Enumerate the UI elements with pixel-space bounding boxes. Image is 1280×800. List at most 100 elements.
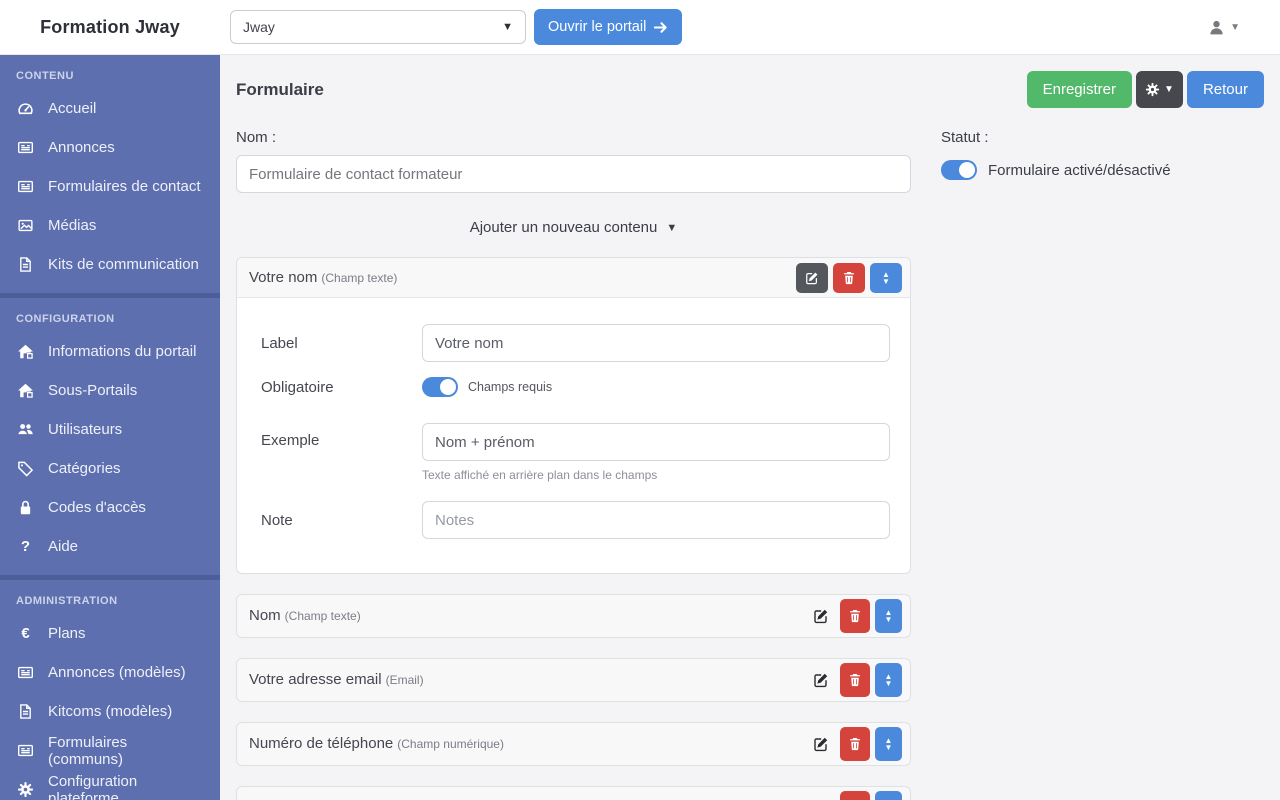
sidebar-item-label: Configuration plateforme	[48, 773, 204, 800]
sidebar-item-kits-de-communication[interactable]: Kits de communication	[0, 245, 220, 284]
gear-icon	[1145, 82, 1160, 97]
sidebar-item-plans[interactable]: € Plans	[0, 614, 220, 653]
sidebar-item-kitcoms-modeles[interactable]: Kitcoms (modèles)	[0, 692, 220, 731]
sidebar-item-label: Kitcoms (modèles)	[48, 703, 172, 720]
example-row-label: Exemple	[261, 423, 422, 449]
sort-icon: ▲▼	[885, 609, 893, 623]
sort-button[interactable]: ▲▼	[875, 663, 902, 697]
sidebar-section-configuration: CONFIGURATION Informations du portail So…	[0, 298, 220, 580]
label-input[interactable]	[422, 324, 890, 362]
edit-button[interactable]	[796, 263, 828, 293]
example-input[interactable]	[422, 423, 890, 461]
sidebar-item-label: Codes d'accès	[48, 499, 146, 516]
status-toggle[interactable]	[941, 160, 977, 180]
required-toggle-caption: Champs requis	[468, 380, 552, 394]
form-name-input[interactable]	[236, 155, 911, 193]
note-input[interactable]	[422, 501, 890, 539]
user-menu[interactable]: ▼	[1208, 0, 1240, 55]
sidebar-item-label: Annonces	[48, 139, 115, 156]
sort-button[interactable]: ▲▼	[875, 599, 902, 633]
open-portal-button[interactable]: Ouvrir le portail	[534, 9, 682, 45]
newspaper-icon	[16, 742, 35, 759]
trash-icon	[848, 609, 862, 623]
users-icon	[16, 421, 35, 438]
sidebar-item-accueil[interactable]: Accueil	[0, 89, 220, 128]
sidebar-item-medias[interactable]: Médias	[0, 206, 220, 245]
sidebar-item-codes-dacces[interactable]: Codes d'accès	[0, 488, 220, 527]
file-icon	[16, 256, 35, 273]
sidebar-item-configuration-plateforme[interactable]: Configuration plateforme	[0, 770, 220, 800]
sidebar-item-annonces[interactable]: Annonces	[0, 128, 220, 167]
delete-button[interactable]	[840, 599, 870, 633]
add-content-dropdown[interactable]: Ajouter un nouveau contenu ▼	[470, 219, 678, 236]
sidebar: CONTENU Accueil Annonces Formulaires de …	[0, 55, 220, 800]
sort-icon: ▲▼	[885, 737, 893, 751]
sidebar-item-sous-portails[interactable]: Sous-Portails	[0, 371, 220, 410]
sort-icon: ▲▼	[885, 673, 893, 687]
chevron-down-icon: ▼	[502, 21, 513, 33]
settings-dropdown-button[interactable]: ▼	[1136, 71, 1183, 108]
tag-icon	[16, 460, 35, 477]
chevron-down-icon: ▼	[666, 222, 677, 234]
sidebar-section-administration: ADMINISTRATION € Plans Annonces (modèles…	[0, 580, 220, 800]
file-icon	[16, 703, 35, 720]
sidebar-item-categories[interactable]: Catégories	[0, 449, 220, 488]
card-title-group: Nom(Champ texte)	[249, 607, 361, 625]
sidebar-item-label: Catégories	[48, 460, 121, 477]
trash-icon	[848, 737, 862, 751]
gear-icon	[16, 781, 35, 798]
portal-select-value: Jway	[243, 19, 275, 35]
sidebar-item-aide[interactable]: ? Aide	[0, 527, 220, 566]
sidebar-item-label: Médias	[48, 217, 96, 234]
edit-button[interactable]	[807, 791, 835, 800]
delete-button[interactable]	[833, 263, 865, 293]
delete-button[interactable]	[840, 791, 870, 800]
newspaper-icon	[16, 178, 35, 195]
save-button[interactable]: Enregistrer	[1027, 71, 1132, 108]
form-field-card-numero-de-telephone: Numéro de téléphone(Champ numérique)	[236, 722, 911, 766]
back-button[interactable]: Retour	[1187, 71, 1264, 108]
card-title: Numéro de téléphone	[249, 735, 393, 752]
sidebar-item-informations-du-portail[interactable]: Informations du portail	[0, 332, 220, 371]
delete-button[interactable]	[840, 727, 870, 761]
sort-button[interactable]: ▲▼	[875, 727, 902, 761]
sidebar-item-label: Formulaires de contact	[48, 178, 201, 195]
portal-select[interactable]: Jway ▼	[230, 10, 526, 44]
card-title: Nom	[249, 607, 281, 624]
edit-button[interactable]	[807, 599, 835, 633]
trash-icon	[848, 673, 862, 687]
edit-button[interactable]	[807, 663, 835, 697]
open-portal-label: Ouvrir le portail	[548, 19, 646, 35]
edit-button[interactable]	[807, 727, 835, 761]
sort-button[interactable]: ▲▼	[870, 263, 902, 293]
sidebar-item-formulaires-communs[interactable]: Formulaires (communs)	[0, 731, 220, 770]
note-row-label: Note	[261, 512, 422, 529]
required-toggle[interactable]	[422, 377, 458, 397]
delete-button[interactable]	[840, 663, 870, 697]
status-label: Statut :	[941, 129, 1264, 146]
sidebar-section-contenu: CONTENU Accueil Annonces Formulaires de …	[0, 55, 220, 298]
sidebar-item-label: Formulaires (communs)	[48, 734, 204, 768]
form-field-card-nom: Nom(Champ texte) ▲▼	[236, 594, 911, 638]
sidebar-item-label: Sous-Portails	[48, 382, 137, 399]
sidebar-item-label: Plans	[48, 625, 86, 642]
trash-icon	[842, 271, 856, 285]
add-content-label: Ajouter un nouveau contenu	[470, 219, 658, 236]
lock-icon	[16, 499, 35, 516]
question-icon: ?	[16, 538, 35, 555]
sidebar-item-formulaires-de-contact[interactable]: Formulaires de contact	[0, 167, 220, 206]
card-title: Votre nom	[249, 269, 317, 286]
sidebar-item-label: Accueil	[48, 100, 96, 117]
card-title-group: Votre adresse email(Email)	[249, 671, 424, 689]
sidebar-item-annonces-modeles[interactable]: Annonces (modèles)	[0, 653, 220, 692]
card-title: Votre adresse email	[249, 671, 382, 688]
images-icon	[16, 217, 35, 234]
form-field-card-votre-message: Votre message(Zone de texte) ▲▼	[236, 786, 911, 800]
sidebar-item-label: Kits de communication	[48, 256, 199, 273]
sidebar-item-utilisateurs[interactable]: Utilisateurs	[0, 410, 220, 449]
edit-icon	[805, 271, 819, 285]
main-content: Formulaire Enregistrer ▼ Retour Nom : Aj…	[220, 55, 1280, 800]
sort-button[interactable]: ▲▼	[875, 791, 902, 800]
topbar: Formation Jway Jway ▼ Ouvrir le portail …	[0, 0, 1280, 55]
sidebar-item-label: Informations du portail	[48, 343, 196, 360]
